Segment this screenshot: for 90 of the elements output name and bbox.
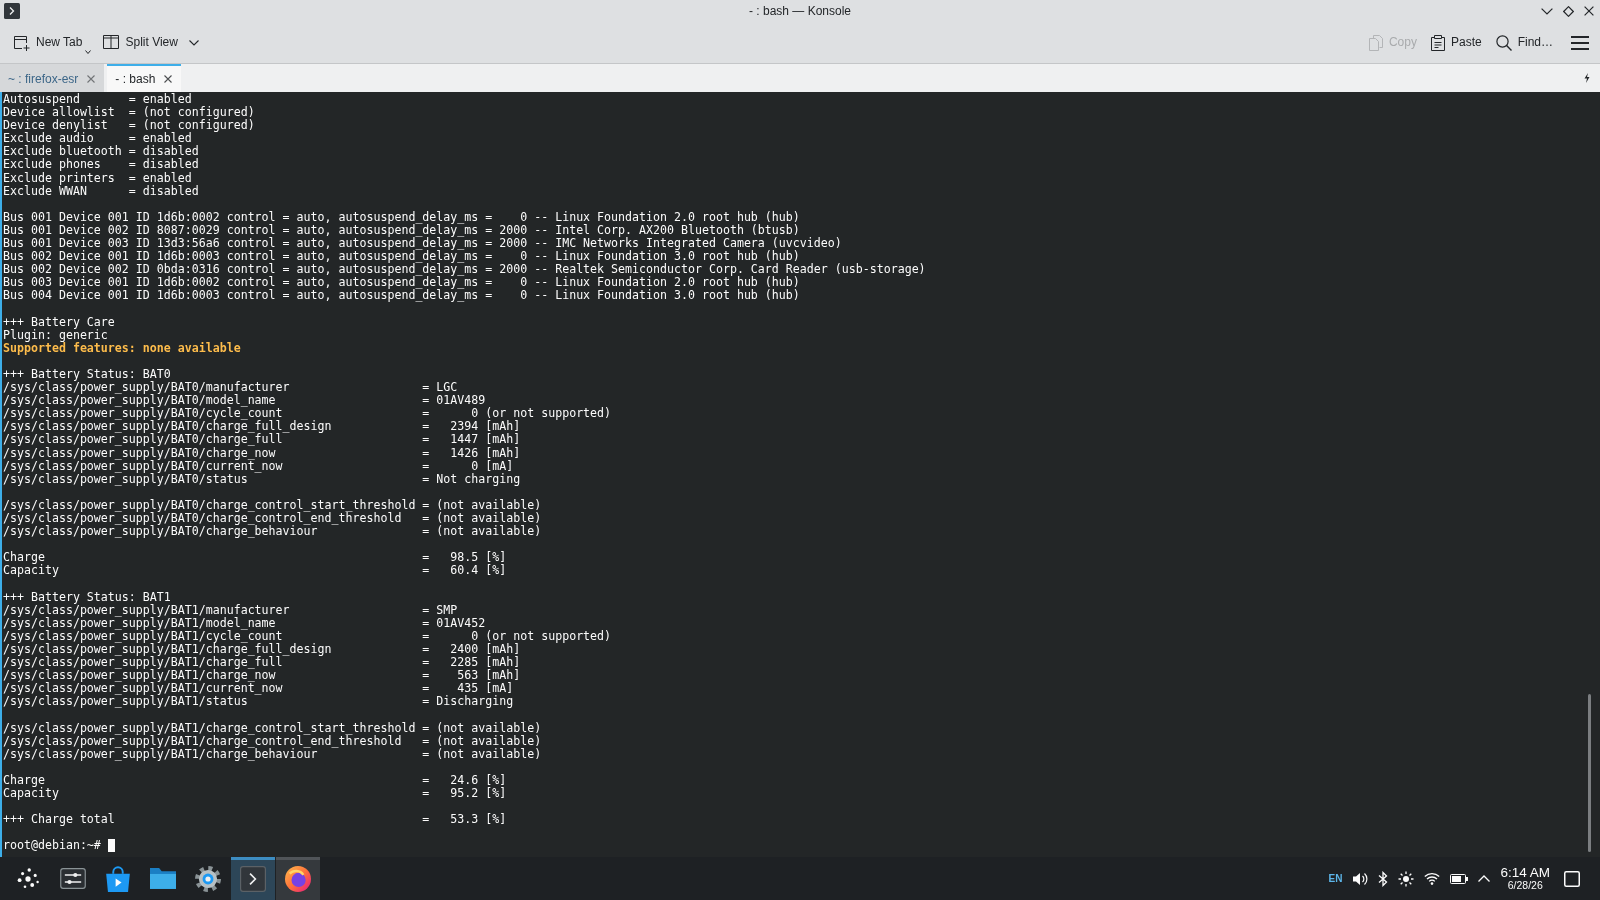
terminal-line: Device allowlist = (not configured) xyxy=(3,106,255,120)
terminal-line: /sys/class/power_supply/BAT0/charge_control_start_threshold = (not available) xyxy=(3,498,542,512)
terminal-line: /sys/class/power_supply/BAT1/charge_control_end_threshold = (not available) xyxy=(3,734,542,748)
terminal-line: /sys/class/power_supply/BAT0/charge_full_design = 2394 [mAh] xyxy=(3,420,521,434)
terminal-line: Exclude audio = enabled xyxy=(3,132,192,146)
terminal-line: /sys/class/power_supply/BAT1/model_name = 01AV452 xyxy=(3,616,486,630)
menu-icon[interactable] xyxy=(1571,35,1589,50)
terminal-line: /sys/class/power_supply/BAT0/manufacturer = LGC xyxy=(3,381,458,395)
square-icon[interactable] xyxy=(1564,870,1580,887)
terminal-icon[interactable] xyxy=(4,3,20,19)
toolbar-button[interactable]: Split View xyxy=(97,31,184,54)
terminal-line: /sys/class/power_supply/BAT1/charge_full_design = 2400 [mAh] xyxy=(3,642,521,657)
bag-icon[interactable] xyxy=(106,865,130,892)
wifi-icon[interactable] xyxy=(1424,872,1441,885)
terminal-line: Charge = 98.5 [%] xyxy=(3,551,507,565)
sliders-icon[interactable] xyxy=(60,868,86,889)
terminal-line: /sys/class/power_supply/BAT1/current_now = 435 [mA] xyxy=(3,682,514,696)
terminal-line: +++ Charge total = 53.3 [%] xyxy=(3,813,507,827)
terminal-line: /sys/class/power_supply/BAT1/manufacturer = SMP xyxy=(3,603,458,617)
terminal-line: Exclude printers = enabled xyxy=(3,171,192,185)
gear-icon[interactable] xyxy=(195,865,221,892)
terminal-line: Capacity = 95.2 [%] xyxy=(3,786,507,801)
bolt-icon[interactable] xyxy=(1584,73,1590,83)
window-title: - : bash — Konsole xyxy=(748,3,852,19)
terminal-line: Bus 003 Device 001 ID 1d6b:0002 control = auto, autosuspend_delay_ms = 0 -- Linux Foundation 2.0 root hub (hub) xyxy=(3,276,800,290)
terminal-line: /sys/class/power_supply/BAT0/cycle_count = 0 (or not supported) xyxy=(3,407,612,421)
toolbar-button[interactable]: Find… xyxy=(1489,30,1559,55)
tab[interactable]: ~ : firefox-esr xyxy=(0,64,105,92)
caret-up-icon[interactable] xyxy=(1478,875,1491,882)
terminal-line: Charge = 24.6 [%] xyxy=(3,773,507,787)
terminal-line: Bus 001 Device 003 ID 13d3:56a6 control = auto, autosuspend_delay_ms = 2000 -- IMC Networks Integrated Camera (uvcvideo) xyxy=(3,237,842,251)
search-icon xyxy=(1495,34,1512,51)
terminal-line: /sys/class/power_supply/BAT1/charge_behaviour = (not available) xyxy=(3,747,542,761)
copy-icon xyxy=(1368,34,1383,51)
diamond-icon[interactable] xyxy=(1563,5,1574,17)
scrollbar[interactable] xyxy=(1588,694,1591,852)
sun-icon[interactable] xyxy=(1398,870,1415,887)
terminal-line: /sys/class/power_supply/BAT1/charge_control_start_threshold = (not available) xyxy=(3,721,542,735)
terminal-line: Autosuspend = enabled xyxy=(3,93,192,107)
warning-line: Supported features: none available xyxy=(3,341,241,355)
terminal-line: /sys/class/power_supply/BAT0/charge_control_end_threshold = (not available) xyxy=(3,512,542,526)
terminal-line: /sys/class/power_supply/BAT0/current_now = 0 [mA] xyxy=(3,459,514,473)
terminal-line: Exclude WWAN = disabled xyxy=(3,184,199,198)
terminal-line: /sys/class/power_supply/BAT1/charge_full = 2285 [mAh] xyxy=(3,656,521,670)
terminal-line: Plugin: generic xyxy=(3,328,108,342)
terminal-line: Bus 002 Device 001 ID 1d6b:0003 control = auto, autosuspend_delay_ms = 0 -- Linux Foundation 3.0 root hub (hub) xyxy=(3,250,800,264)
terminal-line: Device denylist = (not configured) xyxy=(3,119,255,133)
close-icon[interactable] xyxy=(1584,6,1594,16)
terminal-line: Bus 001 Device 002 ID 8087:0029 control = auto, autosuspend_delay_ms = 2000 -- Intel Corp. AX200 Bluetooth (btusb) xyxy=(3,223,800,238)
terminal-line: /sys/class/power_supply/BAT1/status = Discharging xyxy=(3,695,514,709)
bluetooth-icon[interactable] xyxy=(1378,870,1389,887)
terminal-icon xyxy=(240,865,266,892)
terminal-line: /sys/class/power_supply/BAT1/cycle_count = 0 (or not supported) xyxy=(3,629,612,643)
dots-icon[interactable] xyxy=(16,866,40,891)
new-tab-icon xyxy=(14,34,30,51)
terminal-line: /sys/class/power_supply/BAT0/charge_full = 1447 [mAh] xyxy=(3,433,521,447)
terminal-line: +++ Battery Status: BAT1 xyxy=(3,590,171,604)
terminal-line: Bus 002 Device 002 ID 0bda:0316 control = auto, autosuspend_delay_ms = 2000 -- Realtek Semiconductor Corp. Card Reader (usb-storage) xyxy=(3,263,926,277)
caret-icon xyxy=(85,49,92,54)
taskbar-button[interactable] xyxy=(231,857,275,900)
terminal-line: /sys/class/power_supply/BAT0/status = Not charging xyxy=(3,472,521,486)
terminal-line: Exclude bluetooth = disabled xyxy=(3,145,199,159)
prompt-text: root@debian:~# xyxy=(3,839,101,853)
terminal-line: /sys/class/power_supply/BAT0/charge_behaviour = (not available) xyxy=(3,525,542,539)
chevron-down-icon[interactable] xyxy=(1541,7,1553,15)
keyboard-layout-indicator[interactable]: EN xyxy=(1328,872,1343,885)
speaker-icon[interactable] xyxy=(1352,870,1369,887)
terminal-line: +++ Battery Care xyxy=(3,315,115,329)
terminal-line: Bus 004 Device 001 ID 1d6b:0003 control = auto, autosuspend_delay_ms = 0 -- Linux Foundation 3.0 root hub (hub) xyxy=(3,289,800,303)
clock-time[interactable]: 6:14 AM xyxy=(1500,865,1550,880)
tab[interactable]: - : bash xyxy=(107,64,182,92)
battery-icon[interactable] xyxy=(1450,873,1469,884)
taskbar-button[interactable] xyxy=(276,857,320,900)
orb-icon xyxy=(285,865,311,892)
clipboard-icon xyxy=(1430,34,1445,51)
terminal-line: +++ Battery Status: BAT0 xyxy=(3,367,171,382)
terminal-line: /sys/class/power_supply/BAT0/model_name = 01AV489 xyxy=(3,394,486,408)
split-columns-icon xyxy=(103,35,120,50)
terminal-line: /sys/class/power_supply/BAT0/charge_now = 1426 [mAh] xyxy=(3,446,521,460)
terminal-line: Capacity = 60.4 [%] xyxy=(3,564,507,578)
toolbar-button[interactable]: Paste xyxy=(1424,30,1488,55)
text-cursor-icon xyxy=(107,839,115,853)
close-icon[interactable] xyxy=(164,75,173,83)
terminal-line: Bus 001 Device 001 ID 1d6b:0002 control = auto, autosuspend_delay_ms = 0 -- Linux Foundation 2.0 root hub (hub) xyxy=(3,210,800,224)
folder-icon[interactable] xyxy=(150,868,176,889)
chevron-down-icon[interactable] xyxy=(188,39,199,46)
toolbar-button[interactable]: New Tab xyxy=(8,30,98,55)
terminal-line: Exclude phones = disabled xyxy=(3,158,199,172)
terminal-line: /sys/class/power_supply/BAT1/charge_now = 563 [mAh] xyxy=(3,669,521,683)
clock-date[interactable]: 6/28/26 xyxy=(1507,879,1543,892)
